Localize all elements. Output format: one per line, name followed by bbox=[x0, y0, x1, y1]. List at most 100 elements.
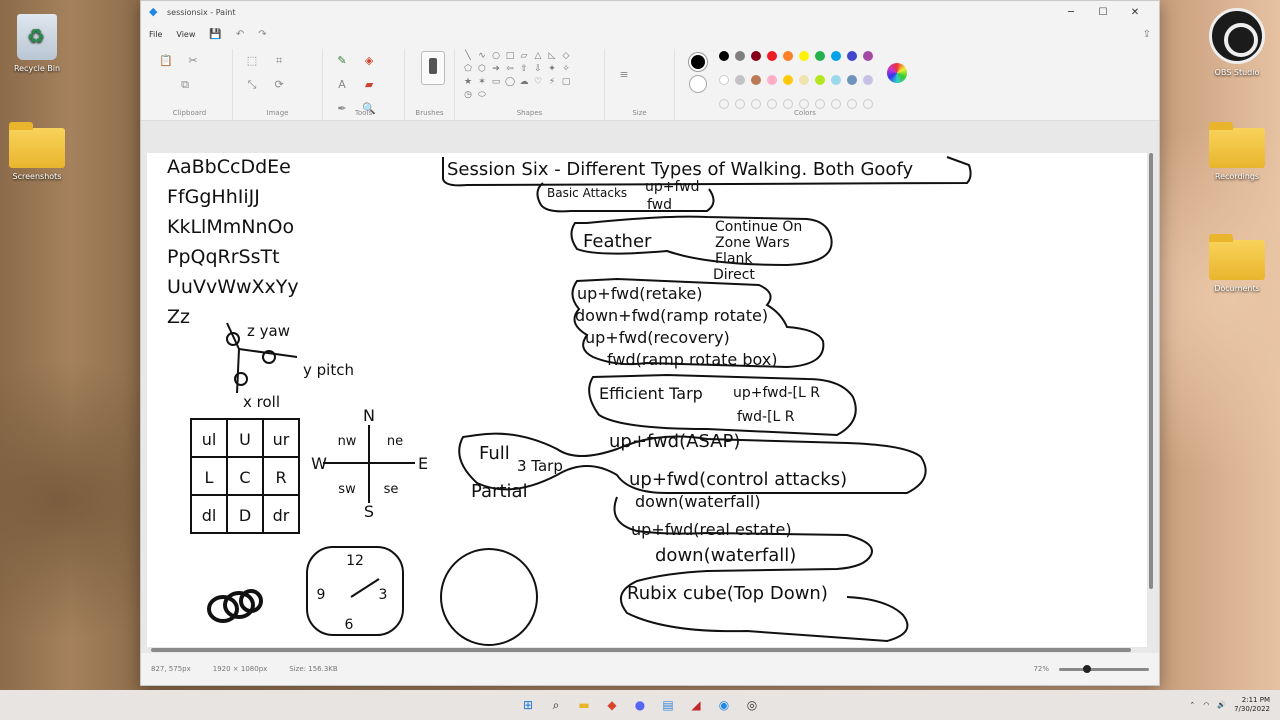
custom-color-slot[interactable] bbox=[863, 99, 873, 109]
drawing-svg: AaBbCcDdEe FfGgHhIiJJ KkLlMmNnOo PpQqRrS… bbox=[167, 156, 972, 646]
fill-icon[interactable]: ◈ bbox=[361, 53, 377, 69]
discord-icon[interactable]: ● bbox=[631, 696, 649, 714]
compass-se: se bbox=[384, 482, 399, 497]
select-icon[interactable]: ⬚ bbox=[244, 53, 260, 69]
palette-swatch[interactable] bbox=[815, 51, 825, 61]
clock-date: 7/30/2022 bbox=[1234, 705, 1270, 713]
palette-swatch[interactable] bbox=[863, 51, 873, 61]
menu-file[interactable]: File bbox=[149, 30, 162, 39]
crop-icon[interactable]: ⌗ bbox=[271, 53, 287, 69]
chevron-up-icon[interactable]: ⌃ bbox=[1189, 701, 1195, 709]
wifi-icon[interactable]: ◠ bbox=[1203, 701, 1209, 709]
size-icon[interactable]: ≡ bbox=[616, 67, 632, 83]
desktop-icon-screenshots[interactable]: Screenshots bbox=[2, 122, 72, 181]
palette-swatch[interactable] bbox=[751, 75, 761, 85]
palette-swatch[interactable] bbox=[735, 75, 745, 85]
alphabet-line-2: FfGgHhIiJJ bbox=[167, 186, 260, 208]
palette-swatch[interactable] bbox=[863, 75, 873, 85]
resize-icon[interactable]: ⤡ bbox=[244, 77, 260, 93]
file-explorer-icon[interactable]: ▬ bbox=[575, 696, 593, 714]
volume-icon[interactable]: 🔊 bbox=[1217, 701, 1226, 709]
canvas-dimensions: 1920 × 1080px bbox=[212, 665, 268, 673]
group-brushes: Brushes bbox=[405, 49, 455, 121]
palette-swatch[interactable] bbox=[847, 51, 857, 61]
palette-swatch[interactable] bbox=[799, 51, 809, 61]
grid-dr: dr bbox=[273, 506, 290, 525]
edit-colors-icon[interactable] bbox=[887, 63, 907, 83]
alphabet-line-1: AaBbCcDdEe bbox=[167, 156, 291, 178]
zoom-slider[interactable] bbox=[1059, 664, 1149, 673]
palette-swatch[interactable] bbox=[783, 51, 793, 61]
paste-icon[interactable]: 📋 bbox=[158, 53, 174, 69]
palette-swatch[interactable] bbox=[719, 51, 729, 61]
palette-swatch[interactable] bbox=[751, 51, 761, 61]
custom-color-slot[interactable] bbox=[751, 99, 761, 109]
eraser-icon[interactable]: ▰ bbox=[361, 77, 377, 93]
search-icon[interactable]: ⌕ bbox=[547, 696, 565, 714]
desktop-icon-documents[interactable]: Documents bbox=[1202, 234, 1272, 293]
custom-color-slot[interactable] bbox=[815, 99, 825, 109]
rotate-icon[interactable]: ⟳ bbox=[271, 77, 287, 93]
save-icon[interactable]: 💾 bbox=[209, 29, 221, 40]
walk-line-7: down(waterfall) bbox=[635, 492, 761, 511]
paint-taskbar-icon[interactable]: ◉ bbox=[715, 696, 733, 714]
brush-icon[interactable] bbox=[421, 51, 445, 85]
app-icon[interactable]: ◢ bbox=[687, 696, 705, 714]
pencil-icon[interactable]: ✎ bbox=[334, 53, 350, 69]
custom-color-slot[interactable] bbox=[847, 99, 857, 109]
notepad-icon[interactable]: ▤ bbox=[659, 696, 677, 714]
palette-swatch[interactable] bbox=[831, 75, 841, 85]
desktop-icon-obs[interactable]: OBS Studio bbox=[1202, 8, 1272, 77]
custom-color-slot[interactable] bbox=[783, 99, 793, 109]
system-tray: ⌃ ◠ 🔊 2:11 PM 7/30/2022 bbox=[1189, 690, 1270, 720]
copy-icon[interactable]: ⧉ bbox=[177, 77, 193, 93]
group-shapes: ╲ ∿ ○ □ ▱ △ ◺ ◇ ⬠ ⬡ ➔ ⇦ ⇧ ⇩ ✦ ✧ ★ ✶ ▭ ◯ ☁ ♡ ⚡ ▢ ◷ ⬭ Shapes bbox=[455, 49, 605, 121]
palette-swatch[interactable] bbox=[847, 75, 857, 85]
minimize-button[interactable]: ─ bbox=[1055, 7, 1087, 18]
menu-view[interactable]: View bbox=[176, 30, 195, 39]
palette-swatch[interactable] bbox=[767, 75, 777, 85]
tarp-label: 3 Tarp bbox=[517, 457, 563, 475]
axis-roll-label: x roll bbox=[243, 393, 280, 411]
share-icon[interactable]: ⇪ bbox=[1143, 29, 1151, 40]
taskbar: ⊞ ⌕ ▬ ◆ ● ▤ ◢ ◉ ◎ ⌃ ◠ 🔊 2:11 PM 7/30/202… bbox=[0, 690, 1280, 720]
obs-taskbar-icon[interactable]: ◎ bbox=[743, 696, 761, 714]
basic-attacks-item-2: fwd bbox=[647, 197, 672, 213]
alphabet-line-4: PpQqRrSsTt bbox=[167, 246, 280, 268]
custom-color-slot[interactable] bbox=[767, 99, 777, 109]
palette-swatch[interactable] bbox=[831, 51, 841, 61]
status-bar: 827, 575px 1920 × 1080px Size: 156.3KB 7… bbox=[141, 653, 1159, 685]
palette-swatch[interactable] bbox=[815, 75, 825, 85]
custom-color-slot[interactable] bbox=[735, 99, 745, 109]
group-label-shapes: Shapes bbox=[516, 109, 543, 117]
alphabet-line-3: KkLlMmNnOo bbox=[167, 216, 294, 238]
custom-color-slot[interactable] bbox=[719, 99, 729, 109]
group-label-image: Image bbox=[266, 109, 289, 117]
desktop-icon-label: Recycle Bin bbox=[13, 64, 61, 73]
start-icon[interactable]: ⊞ bbox=[519, 696, 537, 714]
text-icon[interactable]: A bbox=[334, 77, 350, 93]
custom-color-slot[interactable] bbox=[831, 99, 841, 109]
secondary-color-swatch[interactable] bbox=[689, 75, 707, 93]
redo-icon[interactable]: ↷ bbox=[258, 29, 266, 40]
undo-icon[interactable]: ↶ bbox=[236, 29, 244, 40]
close-button[interactable]: ✕ bbox=[1119, 7, 1151, 18]
palette-swatch[interactable] bbox=[799, 75, 809, 85]
custom-color-slot[interactable] bbox=[799, 99, 809, 109]
drawing-canvas[interactable]: AaBbCcDdEe FfGgHhIiJJ KkLlMmNnOo PpQqRrS… bbox=[147, 153, 1147, 647]
primary-color-swatch[interactable] bbox=[689, 53, 707, 71]
shapes-gallery[interactable]: ╲ ∿ ○ □ ▱ △ ◺ ◇ ⬠ ⬡ ➔ ⇦ ⇧ ⇩ ✦ ✧ ★ ✶ ▭ ◯ ☁ ♡ ⚡ ▢ ◷ ⬭ bbox=[463, 49, 583, 100]
cut-icon[interactable]: ✂ bbox=[185, 53, 201, 69]
clock[interactable]: 2:11 PM 7/30/2022 bbox=[1234, 696, 1270, 714]
palette-swatch[interactable] bbox=[735, 51, 745, 61]
brave-icon[interactable]: ◆ bbox=[603, 696, 621, 714]
palette-swatch[interactable] bbox=[767, 51, 777, 61]
zoom-level: 72% bbox=[1033, 665, 1049, 673]
palette-swatch[interactable] bbox=[719, 75, 729, 85]
maximize-button[interactable]: ☐ bbox=[1087, 7, 1119, 18]
efficient-tarp-label: Efficient Tarp bbox=[599, 384, 703, 403]
palette-swatch[interactable] bbox=[783, 75, 793, 85]
desktop-icon-recordings[interactable]: Recordings bbox=[1202, 122, 1272, 181]
desktop-icon-recycle-bin[interactable]: ♻ Recycle Bin bbox=[2, 14, 72, 73]
vertical-scrollbar[interactable] bbox=[1149, 153, 1153, 589]
